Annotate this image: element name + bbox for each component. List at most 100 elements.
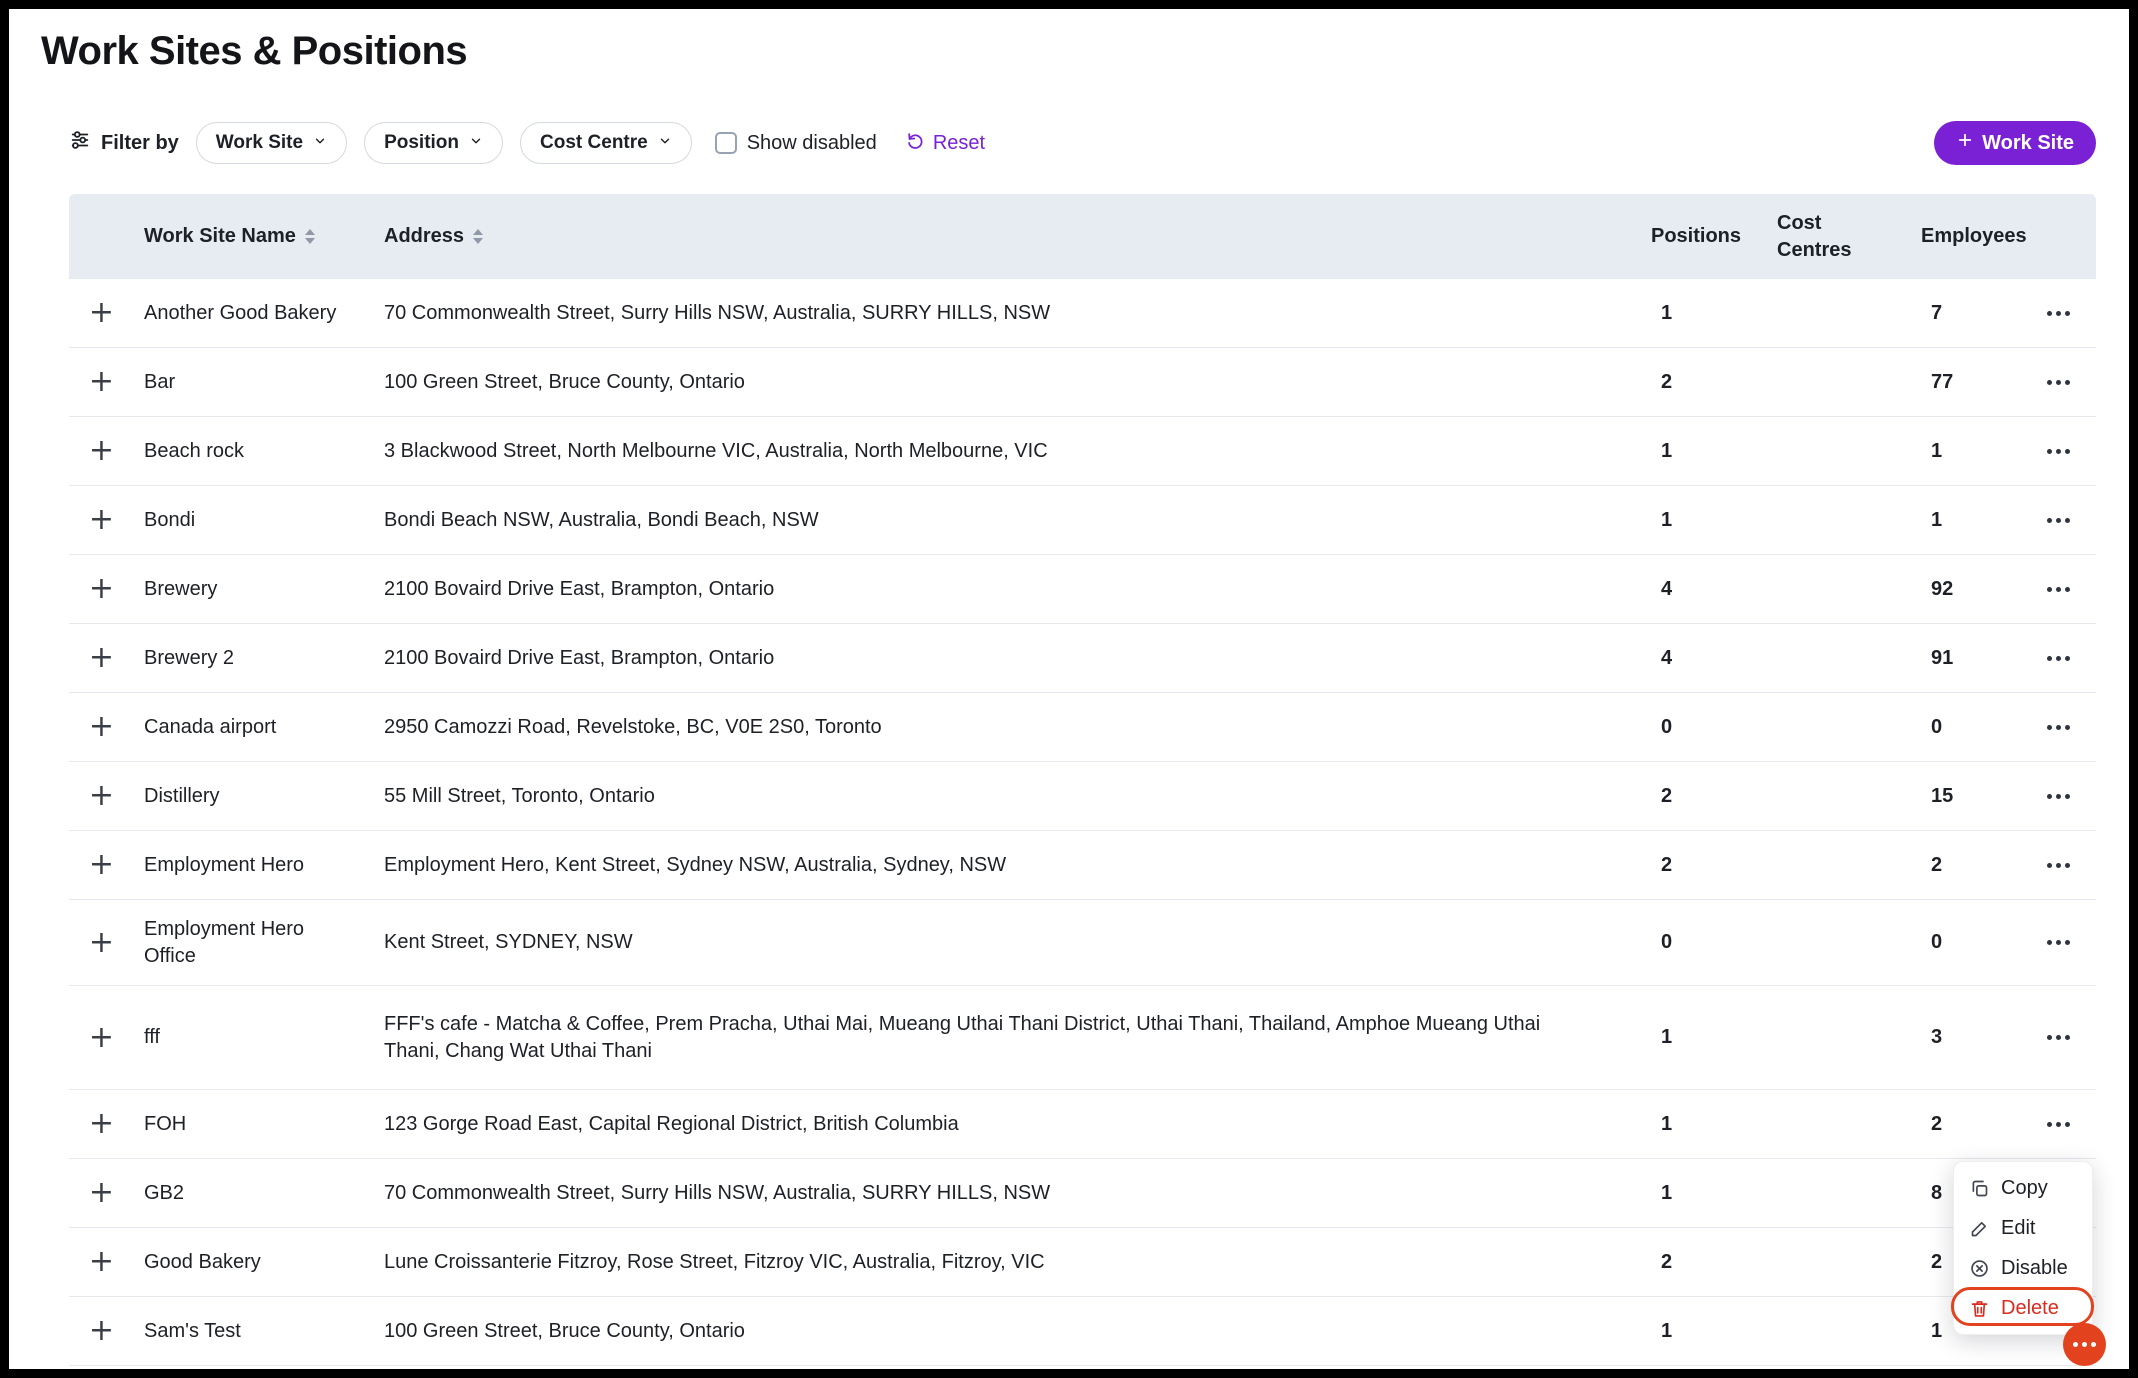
menu-item-label: Edit bbox=[2001, 1217, 2035, 1240]
positions-count: 2 bbox=[1661, 785, 1672, 807]
table-row: + FOH 123 Gorge Road East, Capital Regio… bbox=[69, 1090, 2096, 1159]
worksite-name: Sam's Test bbox=[144, 1318, 384, 1345]
employees-count: 15 bbox=[1931, 785, 1953, 807]
row-actions-button[interactable] bbox=[2041, 301, 2076, 326]
expand-row-button[interactable]: + bbox=[89, 574, 114, 604]
worksite-address: 70 Commonwealth Street, Surry Hills NSW,… bbox=[384, 1180, 1621, 1207]
table-row: + GB2 70 Commonwealth Street, Surry Hill… bbox=[69, 1159, 2096, 1228]
worksite-address: 123 Gorge Road East, Capital Regional Di… bbox=[384, 1111, 1621, 1138]
row-actions-button[interactable] bbox=[2041, 853, 2076, 878]
row-actions-button[interactable] bbox=[2041, 784, 2076, 809]
chevron-down-icon bbox=[469, 132, 483, 154]
header-cost-centres: Cost Centres bbox=[1751, 210, 1891, 264]
row-actions-button[interactable] bbox=[2041, 715, 2076, 740]
positions-count: 1 bbox=[1661, 1113, 1672, 1135]
positions-count: 1 bbox=[1661, 302, 1672, 324]
worksites-table: Work Site Name Address Positions Cost Ce… bbox=[69, 194, 2096, 1366]
expand-row-button[interactable]: + bbox=[89, 1316, 114, 1346]
menu-item-delete[interactable]: Delete bbox=[1954, 1288, 2092, 1328]
worksite-name: Brewery bbox=[144, 576, 384, 603]
row-actions-button[interactable] bbox=[2041, 646, 2076, 671]
row-actions-button[interactable] bbox=[2041, 1025, 2076, 1050]
show-disabled-label: Show disabled bbox=[747, 132, 877, 155]
expand-row-button[interactable]: + bbox=[89, 298, 114, 328]
worksite-name: Beach rock bbox=[144, 438, 384, 465]
positions-count: 2 bbox=[1661, 371, 1672, 393]
employees-count: 2 bbox=[1931, 854, 1942, 876]
reset-filters-button[interactable]: Reset bbox=[906, 131, 985, 156]
menu-item-copy[interactable]: Copy bbox=[1954, 1168, 2092, 1208]
row-actions-button[interactable] bbox=[2041, 1112, 2076, 1137]
expand-row-button[interactable]: + bbox=[89, 712, 114, 742]
chevron-down-icon bbox=[313, 132, 327, 154]
circle-cross-icon bbox=[1968, 1258, 1990, 1279]
worksite-address: 3 Blackwood Street, North Melbourne VIC,… bbox=[384, 438, 1621, 465]
header-work-site-name[interactable]: Work Site Name bbox=[144, 225, 384, 248]
expand-row-button[interactable]: + bbox=[89, 643, 114, 673]
table-row: + Bar 100 Green Street, Bruce County, On… bbox=[69, 348, 2096, 417]
expand-row-button[interactable]: + bbox=[89, 1109, 114, 1139]
employees-count: 77 bbox=[1931, 371, 1953, 393]
positions-count: 1 bbox=[1661, 1182, 1672, 1204]
filter-toolbar: Filter by Work Site Position Cost Centre bbox=[69, 120, 2096, 166]
worksite-name: fff bbox=[144, 1024, 384, 1051]
sort-arrows-icon bbox=[305, 229, 315, 244]
worksite-address: 100 Green Street, Bruce County, Ontario bbox=[384, 369, 1621, 396]
expand-row-button[interactable]: + bbox=[89, 1023, 114, 1053]
add-work-site-button[interactable]: Work Site bbox=[1934, 121, 2096, 165]
filter-by-label: Filter by bbox=[69, 129, 179, 157]
table-header: Work Site Name Address Positions Cost Ce… bbox=[69, 194, 2096, 279]
table-row: + Employment Hero Office Kent Street, SY… bbox=[69, 900, 2096, 986]
table-row: + Another Good Bakery 70 Commonwealth St… bbox=[69, 279, 2096, 348]
worksite-address: FFF's cafe - Matcha & Coffee, Prem Prach… bbox=[384, 1011, 1621, 1065]
plus-icon bbox=[1956, 131, 1974, 155]
row-actions-button[interactable] bbox=[2041, 370, 2076, 395]
row-actions-button[interactable] bbox=[2041, 439, 2076, 464]
page-title: Work Sites & Positions bbox=[41, 29, 2104, 74]
row-context-menu: Copy Edit Disable Delete bbox=[1953, 1161, 2093, 1335]
positions-count: 1 bbox=[1661, 509, 1672, 531]
employees-count: 0 bbox=[1931, 716, 1942, 738]
employees-count: 1 bbox=[1931, 509, 1942, 531]
row-actions-button[interactable] bbox=[2041, 577, 2076, 602]
positions-count: 2 bbox=[1661, 1251, 1672, 1273]
expand-row-button[interactable]: + bbox=[89, 850, 114, 880]
row-actions-button[interactable] bbox=[2041, 930, 2076, 955]
table-row: + Brewery 2 2100 Bovaird Drive East, Bra… bbox=[69, 624, 2096, 693]
worksite-address: 2950 Camozzi Road, Revelstoke, BC, V0E 2… bbox=[384, 714, 1621, 741]
employees-count: 1 bbox=[1931, 440, 1942, 462]
table-row: + Sam's Test 100 Green Street, Bruce Cou… bbox=[69, 1297, 2096, 1366]
expand-row-button[interactable]: + bbox=[89, 367, 114, 397]
worksite-name: Good Bakery bbox=[144, 1249, 384, 1276]
worksite-name: Employment Hero Office bbox=[144, 916, 384, 970]
copy-icon bbox=[1968, 1178, 1990, 1199]
expand-row-button[interactable]: + bbox=[89, 505, 114, 535]
expand-row-button[interactable]: + bbox=[89, 781, 114, 811]
positions-count: 0 bbox=[1661, 931, 1672, 953]
dropdown-label: Cost Centre bbox=[540, 132, 648, 154]
expand-row-button[interactable]: + bbox=[89, 1178, 114, 1208]
employees-count: 2 bbox=[1931, 1251, 1942, 1273]
worksite-address: 100 Green Street, Bruce County, Ontario bbox=[384, 1318, 1621, 1345]
filter-cost-centre-dropdown[interactable]: Cost Centre bbox=[520, 122, 692, 164]
table-row: + fff FFF's cafe - Matcha & Coffee, Prem… bbox=[69, 986, 2096, 1090]
expand-row-button[interactable]: + bbox=[89, 1247, 114, 1277]
header-address[interactable]: Address bbox=[384, 225, 1621, 248]
menu-item-disable[interactable]: Disable bbox=[1954, 1248, 2092, 1288]
worksite-name: Distillery bbox=[144, 783, 384, 810]
employees-count: 7 bbox=[1931, 302, 1942, 324]
worksite-name: Bar bbox=[144, 369, 384, 396]
expand-row-button[interactable]: + bbox=[89, 928, 114, 958]
table-row: + Distillery 55 Mill Street, Toronto, On… bbox=[69, 762, 2096, 831]
show-disabled-checkbox[interactable] bbox=[715, 132, 737, 154]
filter-work-site-dropdown[interactable]: Work Site bbox=[196, 122, 347, 164]
employees-count: 0 bbox=[1931, 931, 1942, 953]
employees-count: 3 bbox=[1931, 1026, 1942, 1048]
expand-row-button[interactable]: + bbox=[89, 436, 114, 466]
row-actions-button[interactable] bbox=[2041, 508, 2076, 533]
annotation-actions-circle bbox=[2063, 1323, 2106, 1366]
filter-position-dropdown[interactable]: Position bbox=[364, 122, 503, 164]
worksite-address: Lune Croissanterie Fitzroy, Rose Street,… bbox=[384, 1249, 1621, 1276]
menu-item-edit[interactable]: Edit bbox=[1954, 1208, 2092, 1248]
worksite-address: 55 Mill Street, Toronto, Ontario bbox=[384, 783, 1621, 810]
